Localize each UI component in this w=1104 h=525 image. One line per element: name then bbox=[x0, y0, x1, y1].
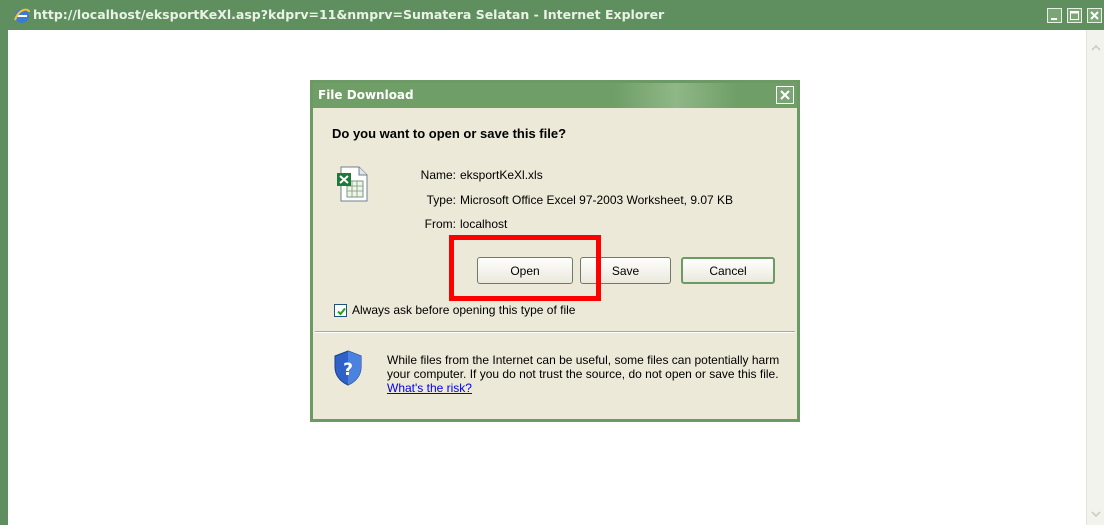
window-title-bar[interactable]: http://localhost/eksportKeXl.asp?kdprv=1… bbox=[0, 0, 1104, 30]
open-button[interactable]: Open bbox=[477, 257, 573, 284]
name-label: Name: bbox=[420, 168, 456, 182]
vertical-scrollbar[interactable] bbox=[1086, 30, 1104, 525]
whats-the-risk-link[interactable]: What's the risk? bbox=[387, 381, 472, 395]
file-type: Microsoft Office Excel 97-2003 Worksheet… bbox=[460, 193, 734, 207]
window-frame bbox=[0, 30, 8, 525]
warning-text: While files from the Internet can be use… bbox=[387, 353, 780, 381]
scroll-down-icon[interactable] bbox=[1091, 510, 1101, 518]
window-title: http://localhost/eksportKeXl.asp?kdprv=1… bbox=[33, 7, 665, 22]
dialog-close-button[interactable] bbox=[776, 86, 794, 104]
security-warning: While files from the Internet can be use… bbox=[387, 353, 787, 395]
always-ask-checkbox[interactable] bbox=[334, 304, 347, 317]
close-window-button[interactable] bbox=[1087, 8, 1102, 23]
file-source: localhost bbox=[460, 217, 508, 231]
close-icon bbox=[1090, 11, 1099, 20]
scroll-up-icon[interactable] bbox=[1091, 44, 1101, 52]
dialog-title: File Download bbox=[318, 88, 414, 102]
type-label: Type: bbox=[426, 193, 456, 207]
always-ask-label[interactable]: Always ask before opening this type of f… bbox=[352, 303, 575, 317]
cancel-button[interactable]: Cancel bbox=[681, 257, 775, 284]
excel-file-icon bbox=[335, 165, 369, 203]
close-icon bbox=[780, 90, 790, 100]
minimize-button[interactable] bbox=[1047, 8, 1062, 23]
dialog-title-bar[interactable]: File Download bbox=[313, 83, 797, 108]
maximize-icon bbox=[1070, 11, 1079, 20]
checkmark-icon bbox=[337, 307, 346, 316]
shield-question-icon: ? bbox=[333, 349, 363, 387]
from-label: From: bbox=[424, 217, 456, 231]
file-download-dialog: File Download Do you want to open or sav… bbox=[310, 80, 800, 422]
ie-icon bbox=[13, 6, 31, 24]
dialog-divider bbox=[315, 331, 795, 333]
svg-text:?: ? bbox=[343, 360, 353, 380]
maximize-button[interactable] bbox=[1067, 8, 1082, 23]
minimize-icon bbox=[1051, 18, 1057, 20]
dialog-question: Do you want to open or save this file? bbox=[332, 126, 567, 141]
save-button[interactable]: Save bbox=[580, 257, 671, 284]
file-name: eksportKeXl.xls bbox=[460, 168, 543, 182]
